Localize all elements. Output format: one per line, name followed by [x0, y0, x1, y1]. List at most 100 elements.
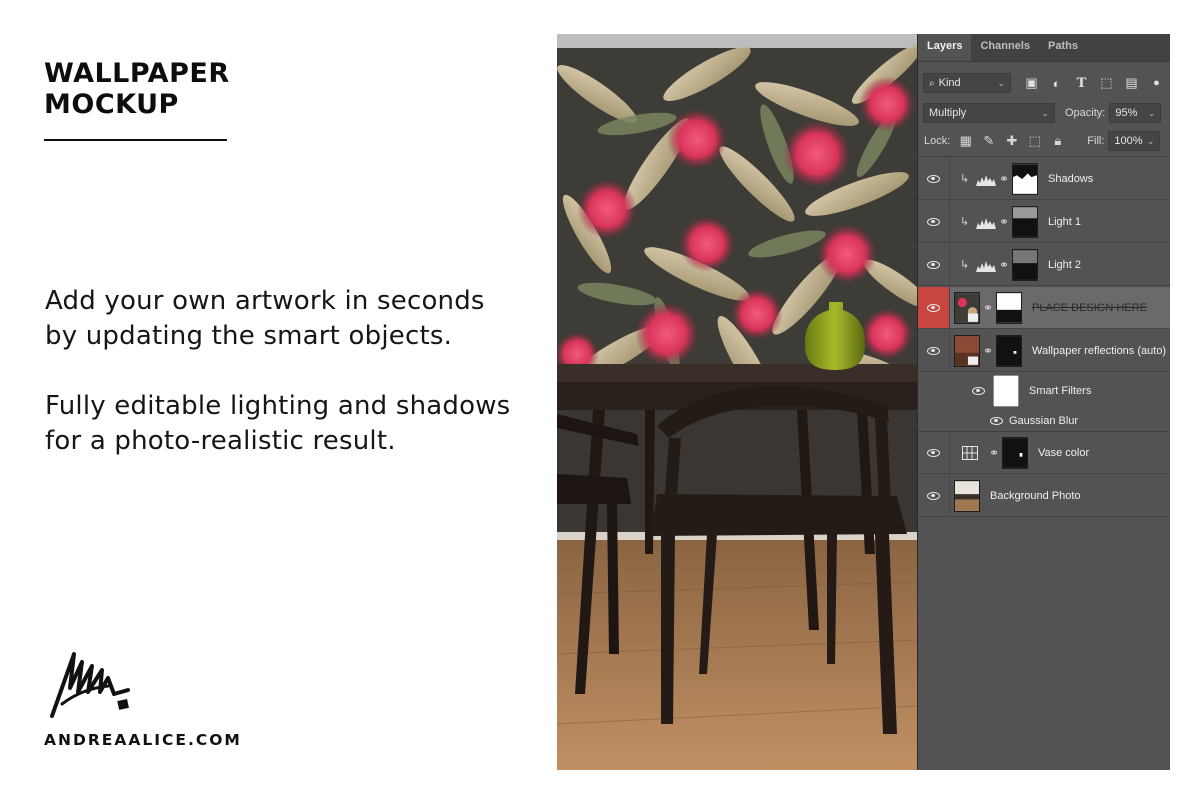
levels-adjustment-icon	[976, 217, 996, 229]
color-balance-adjustment-icon	[962, 445, 978, 460]
levels-adjustment-icon	[976, 174, 996, 186]
filter-smart-object-icon[interactable]: ▤	[1119, 75, 1144, 91]
visibility-toggle[interactable]	[918, 158, 950, 199]
eye-icon	[927, 448, 940, 457]
smart-filters-row[interactable]: Smart Filters	[918, 373, 1170, 409]
image-thumbnail	[954, 479, 980, 512]
tab-paths[interactable]: Paths	[1039, 34, 1087, 61]
chevron-down-icon: ⌄	[1147, 107, 1156, 118]
smart-filters-label: Smart Filters	[1029, 385, 1092, 397]
layer-row-light-2[interactable]: ↳ ⚭ Light 2	[918, 244, 1170, 286]
blurb-1-line-2: by updating the smart objects.	[45, 321, 453, 351]
mask-link-icon[interactable]: ⚭	[996, 215, 1012, 229]
tab-layers[interactable]: Layers	[918, 34, 972, 61]
title-line-1: WALLPAPER	[44, 58, 230, 89]
lock-position-move-icon[interactable]: ✚	[1000, 133, 1023, 149]
layer-row-vase-color[interactable]: ⚭ Vase color	[918, 432, 1170, 474]
signature-logo	[50, 652, 130, 718]
filter-kind-value: Kind	[938, 77, 961, 89]
eye-icon	[927, 491, 940, 500]
smart-filter-mask-thumbnail	[993, 375, 1019, 407]
visibility-toggle[interactable]	[918, 201, 950, 242]
mask-link-icon[interactable]: ⚭	[996, 258, 1012, 272]
eye-icon	[927, 346, 940, 355]
search-icon: ⌕	[929, 77, 935, 89]
smart-object-thumbnail	[954, 291, 980, 324]
opacity-input[interactable]: 95% ⌄	[1109, 103, 1162, 123]
layers-panel: Layers Channels Paths ⌕ Kind ⌄ ▣ ◐ T ⬚ ▤…	[917, 34, 1170, 770]
levels-adjustment-icon	[976, 260, 996, 272]
blend-row: Multiply ⌄ Opacity: 95% ⌄	[918, 103, 1170, 123]
panel-divider	[918, 156, 1170, 157]
layer-name: Light 2	[1048, 258, 1082, 271]
layer-row-wallpaper-reflections[interactable]: ⚭ Wallpaper reflections (auto)	[918, 330, 1170, 372]
chevron-down-icon: ⌄	[1041, 107, 1049, 118]
fill-input[interactable]: 100% ⌄	[1108, 131, 1161, 151]
mask-link-icon[interactable]: ⚭	[980, 344, 996, 358]
layer-mask-thumbnail	[1002, 436, 1028, 469]
filter-toggle-icon[interactable]: ●	[1144, 77, 1169, 89]
blurb-2-line-1: Fully editable lighting and shadows	[45, 391, 511, 421]
filter-kind-select[interactable]: ⌕ Kind ⌄	[923, 73, 1011, 93]
visibility-toggle[interactable]	[918, 432, 950, 473]
eye-icon	[927, 174, 940, 183]
mockup-photo	[557, 34, 917, 770]
layer-row-light-1[interactable]: ↳ ⚭ Light 1	[918, 201, 1170, 243]
mask-link-icon[interactable]: ⚭	[986, 446, 1002, 460]
layer-row-shadows[interactable]: ↳ ⚭ Shadows	[918, 158, 1170, 200]
tab-channels[interactable]: Channels	[971, 34, 1039, 61]
layer-name: Background Photo	[990, 489, 1081, 502]
fill-value: 100%	[1114, 135, 1143, 147]
visibility-toggle[interactable]	[918, 244, 950, 285]
filter-type-icon[interactable]: T	[1069, 76, 1094, 91]
eye-icon[interactable]	[990, 417, 1003, 425]
website-url[interactable]: ANDREAALICE.COM	[44, 731, 242, 749]
layer-mask-thumbnail	[1012, 162, 1038, 195]
lock-row: Lock: ▦ ✎ ✚ ⬚ 🔒︎ Fill: 100% ⌄	[918, 131, 1170, 151]
blend-mode-value: Multiply	[929, 107, 967, 119]
layer-name: Light 1	[1048, 215, 1082, 228]
layer-mask-thumbnail	[996, 291, 1022, 324]
clipping-arrow-icon: ↳	[960, 259, 970, 271]
filter-pixel-icon[interactable]: ▣	[1019, 75, 1044, 91]
blend-mode-select[interactable]: Multiply ⌄	[923, 103, 1055, 123]
clipping-arrow-icon: ↳	[960, 216, 970, 228]
eye-icon	[927, 303, 940, 312]
feature-blurb-smart-objects: Add your own artwork in seconds by updat…	[45, 284, 485, 354]
mask-link-icon[interactable]: ⚭	[980, 301, 996, 315]
lock-all-icon[interactable]: 🔒︎	[1046, 133, 1069, 149]
layer-name: Vase color	[1038, 446, 1090, 459]
gaussian-blur-row[interactable]: Gaussian Blur	[918, 411, 1170, 431]
layer-mask-thumbnail	[1012, 248, 1038, 281]
filter-adjustment-icon[interactable]: ◐	[1044, 76, 1069, 91]
clipping-arrow-icon: ↳	[960, 173, 970, 185]
layer-name: Wallpaper reflections (auto)	[1032, 344, 1167, 357]
layer-row-background-photo[interactable]: Background Photo	[918, 475, 1170, 517]
layer-row-place-design-here[interactable]: ⚭ PLACE DESIGN HERE	[918, 287, 1170, 329]
lock-artboard-crop-icon[interactable]: ⬚	[1023, 133, 1046, 149]
filter-shape-icon[interactable]: ⬚	[1094, 75, 1119, 91]
layer-name: PLACE DESIGN HERE	[1032, 301, 1147, 314]
layer-mask-thumbnail	[996, 334, 1022, 367]
room-scene-illustration	[557, 34, 917, 770]
lock-transparency-icon[interactable]: ▦	[954, 133, 977, 149]
visibility-toggle[interactable]	[918, 330, 950, 371]
opacity-value: 95%	[1115, 107, 1138, 119]
mask-link-icon[interactable]: ⚭	[996, 172, 1012, 186]
panel-tabs: Layers Channels Paths	[918, 34, 1170, 62]
gaussian-blur-label: Gaussian Blur	[1009, 415, 1079, 427]
visibility-toggle[interactable]	[918, 475, 950, 516]
lock-label: Lock:	[924, 135, 951, 147]
eye-icon	[927, 260, 940, 269]
layer-mask-thumbnail	[1012, 205, 1038, 238]
eye-icon[interactable]	[972, 387, 985, 395]
fill-label: Fill:	[1087, 135, 1105, 147]
visibility-toggle[interactable]	[918, 287, 950, 328]
chevron-down-icon: ⌄	[997, 77, 1005, 88]
title-underline	[44, 139, 227, 141]
opacity-label: Opacity:	[1065, 107, 1106, 119]
chevron-down-icon: ⌄	[1146, 135, 1155, 146]
feature-blurb-lighting: Fully editable lighting and shadows for …	[45, 389, 510, 459]
lock-pixels-brush-icon[interactable]: ✎	[977, 133, 1000, 149]
smart-object-thumbnail	[954, 334, 980, 367]
